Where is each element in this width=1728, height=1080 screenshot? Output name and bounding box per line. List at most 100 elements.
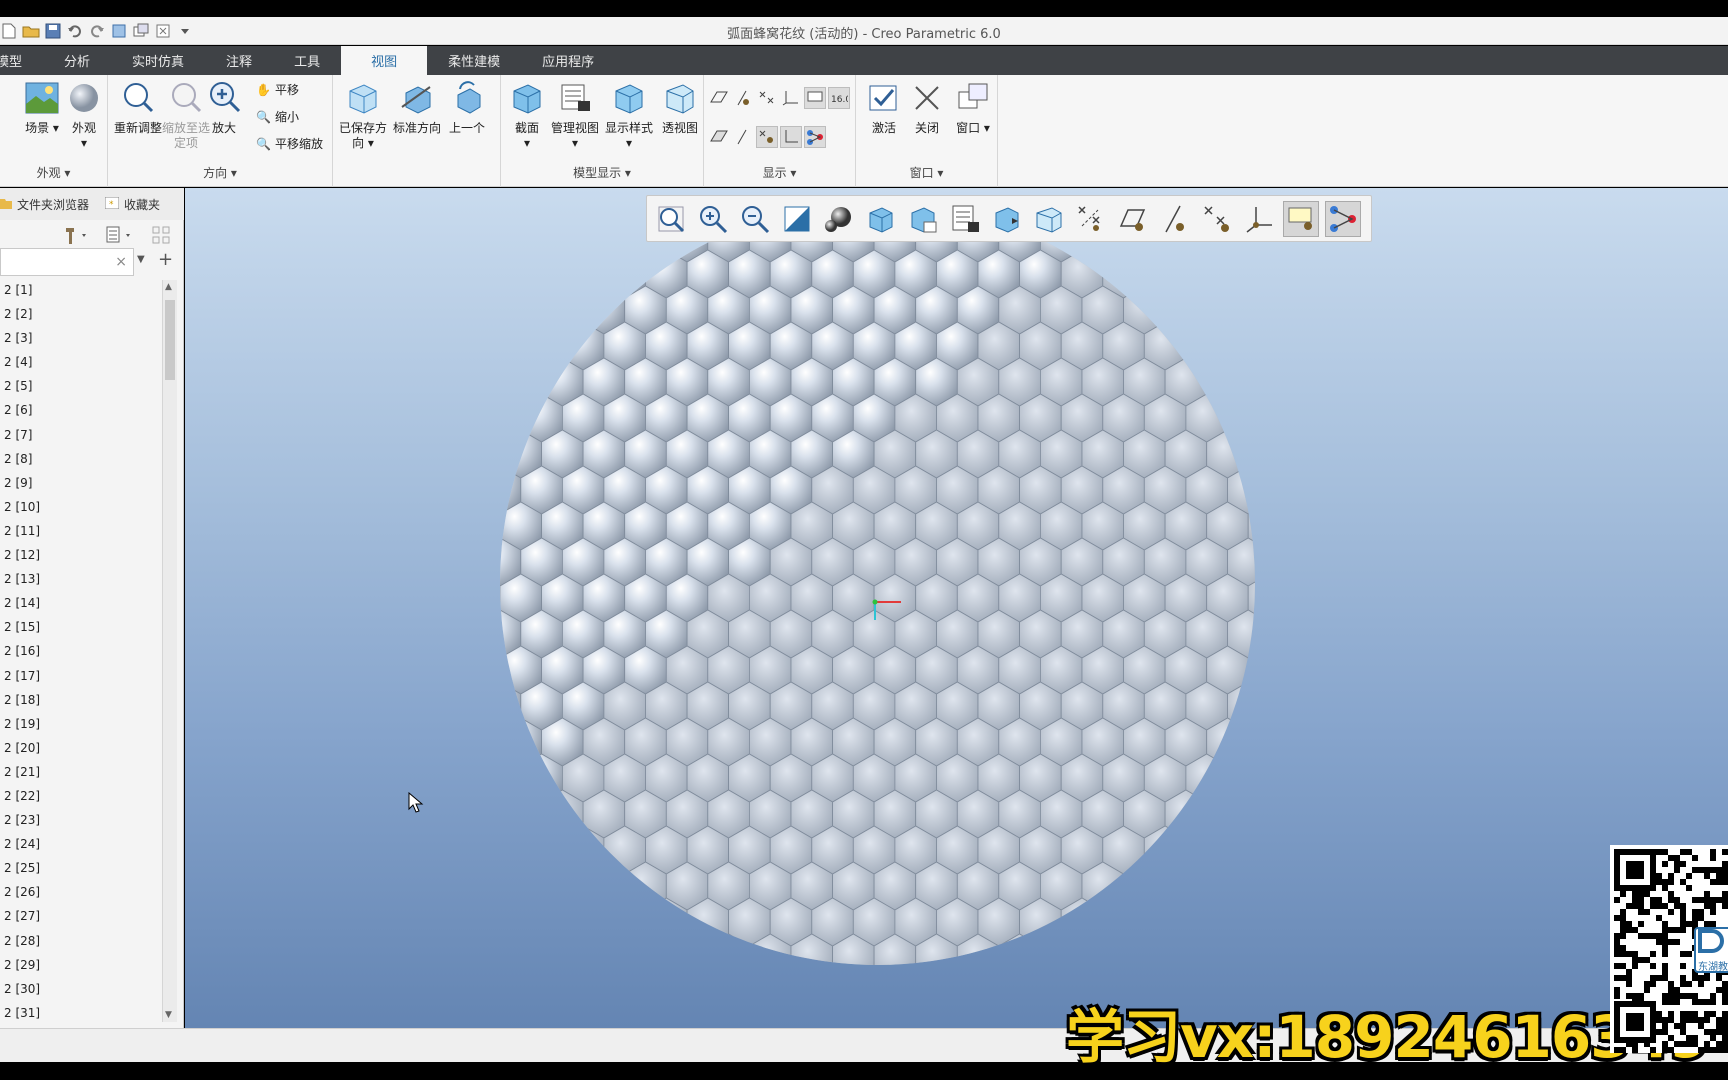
tree-item[interactable]: 2 [7] (0, 423, 162, 447)
tree-item[interactable]: 2 [23] (0, 808, 162, 832)
tree-item[interactable]: 2 [14] (0, 591, 162, 615)
zoom-out-icon[interactable] (737, 201, 773, 237)
qr-logo: 东湖教 (1694, 927, 1728, 973)
tree-item[interactable]: 2 [29] (0, 953, 162, 977)
datum-planes-icon[interactable] (1115, 201, 1151, 237)
datum-points-icon[interactable] (1073, 201, 1109, 237)
zoom-out-button[interactable]: 🔍 缩小 (256, 108, 299, 125)
tab-live-simulation[interactable]: 实时仿真 (111, 46, 205, 75)
zoom-in-icon[interactable] (695, 201, 731, 237)
tree-item[interactable]: 2 [30] (0, 977, 162, 1001)
tab-tools[interactable]: 工具 (273, 46, 341, 75)
point-symbols-icon[interactable] (1199, 201, 1235, 237)
tab-flexible-modeling[interactable]: 柔性建模 (427, 46, 521, 75)
display-style-icon[interactable] (821, 201, 857, 237)
tree-item[interactable]: 2 [27] (0, 904, 162, 928)
point-tag-icon[interactable] (756, 126, 778, 148)
point-display-icon[interactable] (756, 87, 778, 109)
tab-analysis[interactable]: 分析 (43, 46, 111, 75)
saved-orientations-icon[interactable] (863, 201, 899, 237)
tree-item[interactable]: 2 [19] (0, 712, 162, 736)
scroll-thumb[interactable] (165, 300, 175, 380)
tab-annotate[interactable]: 注释 (205, 46, 273, 75)
tree-item[interactable]: 2 [10] (0, 495, 162, 519)
tab-favorites[interactable]: * 收藏夹 (104, 196, 160, 213)
tree-item[interactable]: 2 [4] (0, 350, 162, 374)
tree-item[interactable]: 2 [9] (0, 471, 162, 495)
display-style-button[interactable]: 显示样式 ▾ (601, 79, 657, 151)
tree-item[interactable]: 2 [16] (0, 639, 162, 663)
tree-scrollbar[interactable]: ▲ ▼ (162, 280, 177, 1022)
axis-tag-icon[interactable] (732, 126, 754, 148)
tab-folder-browser[interactable]: 文件夹浏览器 (0, 196, 89, 213)
tree-search-input[interactable]: × (0, 248, 134, 276)
close-button[interactable]: 关闭 (904, 79, 950, 136)
standard-orientation-button[interactable]: 标准方向 (391, 79, 443, 136)
tree-item[interactable]: 2 [3] (0, 326, 162, 350)
named-views-icon[interactable] (905, 201, 941, 237)
section-button[interactable]: 截面 ▾ (501, 79, 553, 151)
pan-zoom-button[interactable]: 🔍 平移缩放 (256, 135, 323, 152)
appearance-button[interactable]: 外观 ▾ (58, 79, 110, 151)
axis-display-icon[interactable] (732, 87, 754, 109)
tree-item[interactable]: 2 [13] (0, 567, 162, 591)
tree-item[interactable]: 2 [12] (0, 543, 162, 567)
tab-applications[interactable]: 应用程序 (521, 46, 615, 75)
search-dropdown-icon[interactable]: ▼ (137, 254, 145, 265)
tree-item[interactable]: 2 [1] (0, 278, 162, 302)
repaint-icon[interactable] (779, 201, 815, 237)
tab-model[interactable]: 模型 (0, 46, 43, 75)
tree-item[interactable]: 2 [11] (0, 519, 162, 543)
plane-tag-icon[interactable] (708, 126, 730, 148)
honeycomb-disk-model[interactable] (500, 202, 1255, 965)
zoom-to-selected-button[interactable]: 缩放至选定项 (160, 79, 212, 151)
dimension-display-icon[interactable]: 16.0 (828, 87, 850, 109)
tree-item[interactable]: 2 [24] (0, 832, 162, 856)
tab-view[interactable]: 视图 (341, 46, 428, 75)
tree-item[interactable]: 2 [25] (0, 856, 162, 880)
scroll-down-icon[interactable]: ▼ (165, 1010, 172, 1020)
tree-item[interactable]: 2 [8] (0, 447, 162, 471)
saved-orientations-button[interactable]: 已保存方向 ▾ (337, 79, 389, 151)
tree-item[interactable]: 2 [26] (0, 880, 162, 904)
refit-button[interactable]: 重新调整 (112, 79, 164, 136)
tree-item[interactable]: 2 [15] (0, 615, 162, 639)
refit-icon[interactable] (653, 201, 689, 237)
pan-button[interactable]: ✋ 平移 (256, 81, 299, 98)
plane-display-icon[interactable] (708, 87, 730, 109)
csys-display-icon[interactable] (780, 87, 802, 109)
tree-item[interactable]: 2 [31] (0, 1001, 162, 1023)
clear-search-icon[interactable]: × (115, 254, 127, 270)
annotation-display-icon[interactable] (1283, 200, 1319, 237)
tree-item[interactable]: 2 [17] (0, 664, 162, 688)
tree-item[interactable]: 2 [20] (0, 736, 162, 760)
scroll-up-icon[interactable]: ▲ (165, 282, 172, 292)
spin-center-icon[interactable] (804, 126, 826, 148)
section-view-icon[interactable] (989, 201, 1025, 237)
spin-center-icon[interactable] (1325, 200, 1361, 237)
zoom-in-button[interactable]: 放大 (206, 79, 242, 136)
tree-item[interactable]: 2 [21] (0, 760, 162, 784)
tree-item[interactable]: 2 [28] (0, 929, 162, 953)
view-manager-icon[interactable] (947, 201, 983, 237)
datum-axes-icon[interactable] (1157, 201, 1193, 237)
tree-item[interactable]: 2 [22] (0, 784, 162, 808)
add-filter-icon[interactable]: + (158, 249, 173, 270)
tree-settings-icon[interactable] (64, 226, 90, 247)
perspective-view-icon[interactable] (1031, 201, 1067, 237)
previous-orientation-button[interactable]: 上一个 (441, 79, 493, 136)
csys-display-icon[interactable] (1241, 201, 1277, 237)
tree-item[interactable]: 2 [18] (0, 688, 162, 712)
show-filter-icon[interactable] (106, 226, 134, 247)
tree-item[interactable]: 2 [2] (0, 302, 162, 326)
windows-button[interactable]: 窗口 ▾ (948, 79, 998, 136)
tree-item[interactable]: 2 [5] (0, 374, 162, 398)
manage-views-button[interactable]: 管理视图 ▾ (547, 79, 603, 151)
perspective-button[interactable]: 透视图 (655, 79, 705, 136)
graphics-window[interactable] (185, 188, 1728, 1028)
csys-tag-icon[interactable] (780, 126, 802, 148)
annotation-display-icon[interactable] (804, 87, 826, 109)
tree-item[interactable]: 2 [6] (0, 398, 162, 422)
activate-button[interactable]: 激活 (860, 79, 908, 136)
tree-columns-icon[interactable] (152, 226, 172, 247)
